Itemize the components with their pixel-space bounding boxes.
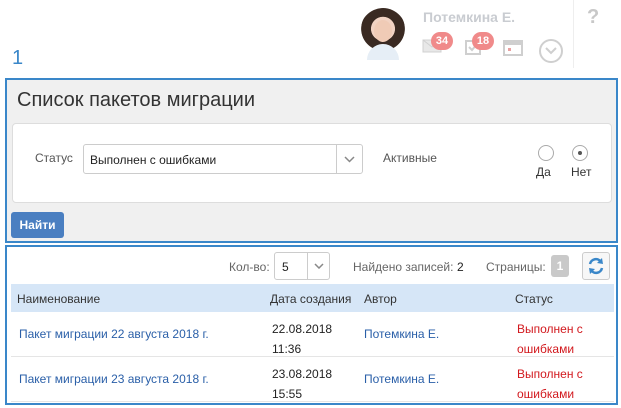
row-date: 22.08.2018 11:36 [272, 319, 332, 359]
header-divider [573, 0, 574, 68]
active-label: Активные [383, 151, 437, 165]
radio-no-label: Нет [571, 165, 592, 179]
chevron-down-icon[interactable] [336, 145, 362, 173]
page-title: Список пакетов миграции [17, 89, 255, 111]
avatar[interactable] [359, 8, 407, 60]
radio-active-yes[interactable] [538, 145, 554, 161]
avatar-shirt [367, 44, 399, 60]
row-date: 23.08.2018 15:55 [272, 364, 332, 404]
row-status-line2: ошибками [517, 387, 575, 401]
status-label: Статус [35, 151, 73, 165]
row-date-day: 22.08.2018 [272, 322, 333, 336]
qty-select-value: 5 [282, 260, 289, 274]
avatar-face [374, 20, 392, 42]
calendar-icon[interactable] [503, 38, 523, 56]
callout-1: 1 [12, 47, 24, 69]
status-select[interactable]: Выполнен с ошибками [83, 144, 363, 174]
radio-yes-label: Да [536, 165, 551, 179]
found-label: Найдено записей: [353, 260, 454, 274]
chevron-down-icon[interactable] [539, 39, 563, 63]
find-button[interactable]: Найти [11, 212, 64, 238]
row-author-link[interactable]: Потемкина Е. [364, 327, 439, 341]
table-row[interactable]: Пакет миграции 22 августа 2018 г. 22.08.… [11, 313, 614, 357]
table-row[interactable]: Пакет миграции 23 августа 2018 г. 23.08.… [11, 358, 614, 402]
row-status: Выполнен с ошибками [517, 364, 597, 404]
status-select-value: Выполнен с ошибками [90, 153, 217, 167]
row-status-line1: Выполнен с [517, 367, 583, 381]
row-name-link[interactable]: Пакет миграции 22 августа 2018 г. [19, 327, 209, 341]
chevron-down-icon[interactable] [307, 253, 329, 279]
page-number[interactable]: 1 [551, 255, 569, 277]
refresh-button[interactable] [582, 252, 610, 280]
filter-box: Статус Выполнен с ошибками Активные Да Н… [12, 123, 612, 203]
results-panel: Кол-во: 5 Найдено записей: 2 Страницы: 1… [5, 245, 618, 405]
help-icon[interactable]: ? [587, 6, 599, 29]
qty-label: Кол-во: [229, 260, 270, 274]
top-header: Потемкина Е. 34 18 ? [0, 0, 621, 70]
pages-label: Страницы: [486, 260, 546, 274]
col-status[interactable]: Статус [515, 292, 553, 306]
row-date-time: 15:55 [272, 387, 303, 401]
row-name-link[interactable]: Пакет миграции 23 августа 2018 г. [19, 372, 209, 386]
qty-select[interactable]: 5 [274, 252, 330, 280]
table-header: Наименование Дата создания Автор Статус [11, 284, 614, 312]
found-count: 2 [457, 260, 464, 274]
row-status-line2: ошибками [517, 342, 575, 356]
col-name[interactable]: Наименование [17, 292, 100, 306]
row-date-day: 23.08.2018 [272, 367, 333, 381]
col-author[interactable]: Автор [364, 292, 397, 306]
filter-panel: Список пакетов миграции Статус Выполнен … [5, 78, 618, 243]
tasks-count-badge: 18 [472, 32, 494, 50]
row-status: Выполнен с ошибками [517, 319, 597, 359]
radio-active-no[interactable] [572, 145, 588, 161]
refresh-icon [588, 257, 604, 275]
row-status-line1: Выполнен с [517, 322, 583, 336]
mail-count-badge: 34 [431, 32, 453, 50]
row-date-time: 11:36 [272, 342, 302, 356]
user-name[interactable]: Потемкина Е. [423, 9, 515, 25]
col-date[interactable]: Дата создания [270, 292, 351, 306]
row-author-link[interactable]: Потемкина Е. [364, 372, 439, 386]
